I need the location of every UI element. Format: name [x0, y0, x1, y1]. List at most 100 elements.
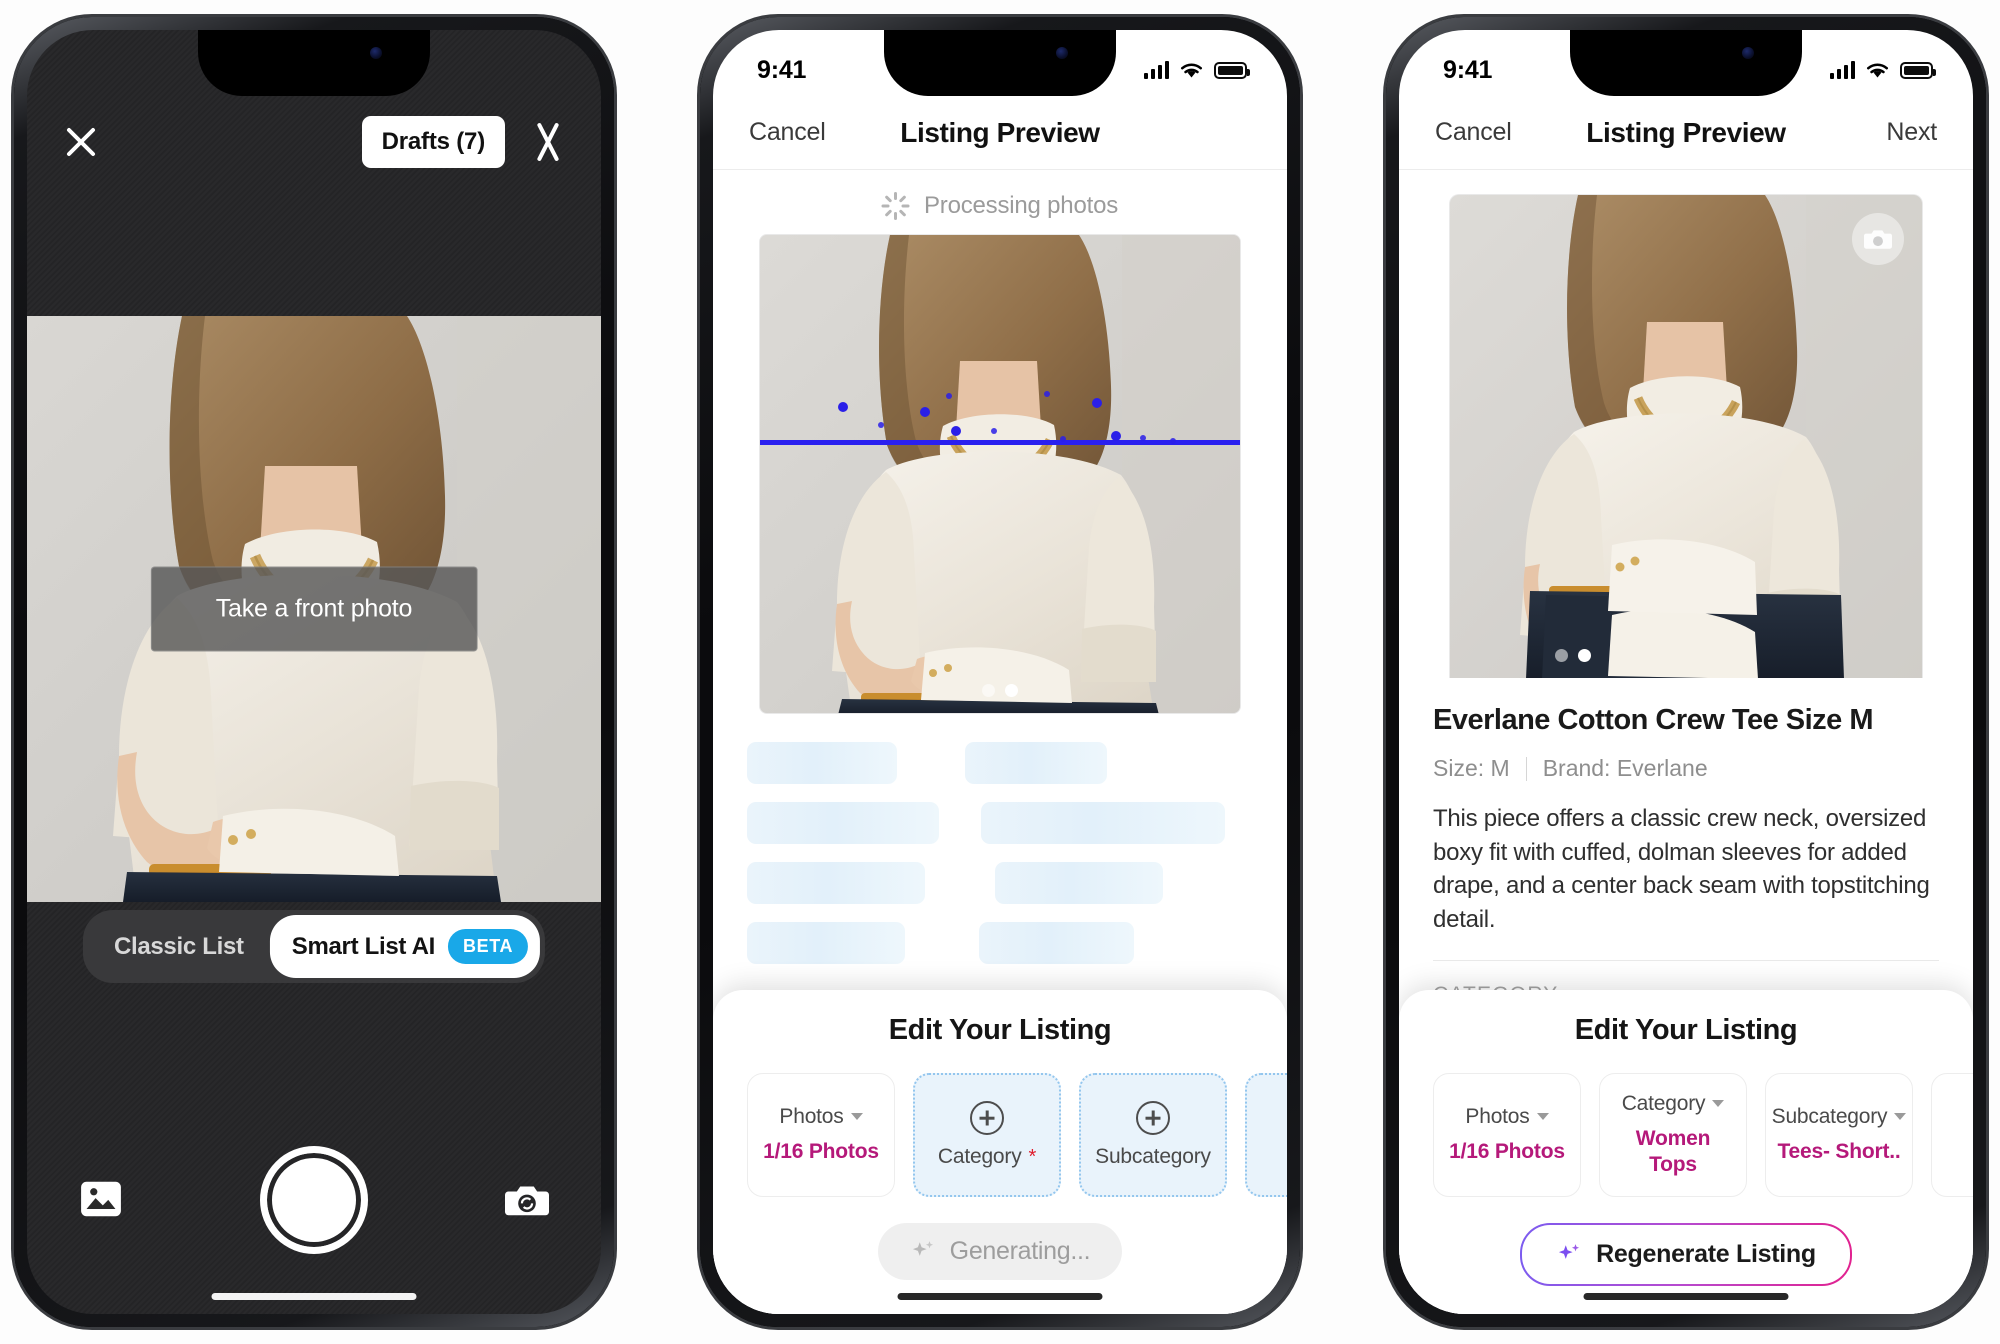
- shutter-button[interactable]: [260, 1146, 368, 1254]
- required-asterisk: *: [1028, 1145, 1037, 1168]
- nav-bar: Cancel Listing Preview: [713, 96, 1287, 170]
- signal-bars-icon: [1829, 61, 1855, 79]
- notch: [884, 30, 1116, 96]
- chip-label-text: Photos: [1465, 1104, 1530, 1128]
- drafts-button[interactable]: Drafts (7): [361, 116, 505, 168]
- chip-label: Category *: [938, 1145, 1036, 1169]
- page-title: Listing Preview: [1586, 116, 1786, 148]
- chip-row[interactable]: Photos 1/16 Photos Category Women Tops S…: [1399, 1047, 1973, 1197]
- ai-scan-line: [760, 440, 1240, 445]
- listing-photo: [760, 235, 1240, 713]
- segment-classic-list[interactable]: Classic List: [88, 919, 270, 975]
- generating-button: Generating...: [877, 1223, 1123, 1280]
- wifi-icon: [1867, 63, 1888, 78]
- home-indicator: [1583, 1293, 1789, 1300]
- divider: [1433, 960, 1939, 962]
- photo-carousel[interactable]: [1449, 194, 1923, 678]
- close-icon[interactable]: [61, 122, 101, 162]
- carousel-pager[interactable]: [1554, 649, 1591, 662]
- chip-row[interactable]: Photos 1/16 Photos Category * Subcategor…: [713, 1047, 1287, 1197]
- chip-value: Women Tops: [1635, 1126, 1711, 1176]
- carousel-pager[interactable]: [982, 684, 1018, 697]
- chevron-down-icon: [850, 1113, 863, 1121]
- chip-value: 1/16 Photos: [763, 1139, 879, 1163]
- chip-value: 1/16 Photos: [1449, 1139, 1565, 1163]
- processing-label: Processing photos: [923, 192, 1119, 219]
- listing-meta: Size: M Brand: Everlane: [1433, 755, 1939, 782]
- chip-label-text: Subcategory: [1771, 1104, 1888, 1128]
- flash-off-icon[interactable]: [529, 122, 567, 162]
- list-mode-toggle[interactable]: Classic List Smart List AI BETA: [82, 910, 546, 983]
- chip-photos[interactable]: Photos 1/16 Photos: [1433, 1073, 1581, 1197]
- gallery-icon[interactable]: [79, 1180, 123, 1220]
- sheet-title: Edit Your Listing: [1574, 1014, 1798, 1046]
- ai-keypoint: [946, 393, 952, 399]
- listing-details: Everlane Cotton Crew Tee Size M Size: M …: [1399, 678, 1973, 1008]
- phone-1-camera: Take a front photo Drafts (7) Classic Li…: [14, 17, 614, 1327]
- battery-icon: [1214, 61, 1250, 79]
- cancel-button[interactable]: Cancel: [749, 118, 841, 147]
- phone-3-screen: 9:41 Cancel Listing Preview Next Everlan…: [1399, 30, 1973, 1314]
- skeleton-bar: [981, 802, 1225, 844]
- skeleton-row: [747, 802, 1253, 844]
- chip-subcategory[interactable]: Subcategory: [1079, 1073, 1227, 1197]
- sparkle-icon: [912, 1240, 933, 1256]
- regenerate-listing-button[interactable]: Regenerate Listing: [1520, 1223, 1852, 1286]
- chip-category[interactable]: Category Women Tops: [1599, 1073, 1747, 1197]
- add-circle-icon: [970, 1101, 1004, 1135]
- generating-label: Generating...: [949, 1237, 1091, 1265]
- chevron-down-icon: [1894, 1113, 1907, 1121]
- status-time: 9:41: [757, 55, 807, 84]
- cancel-button[interactable]: Cancel: [1435, 118, 1527, 147]
- listing-description: This piece offers a classic crew neck, o…: [1433, 805, 1930, 933]
- chip-brand[interactable]: Br Ev: [1931, 1073, 1973, 1197]
- skeleton-bar: [747, 922, 905, 964]
- battery-icon: [1900, 61, 1936, 79]
- camera-top-bar: Drafts (7): [27, 96, 601, 188]
- ai-keypoint: [838, 402, 848, 412]
- camera-top-right-group: Drafts (7): [361, 116, 567, 168]
- photo-carousel[interactable]: [759, 234, 1241, 714]
- meta-divider: [1525, 756, 1527, 781]
- status-icons: [1143, 60, 1250, 80]
- regenerate-label: Regenerate Listing: [1596, 1240, 1816, 1268]
- phone-3-generated: 9:41 Cancel Listing Preview Next Everlan…: [1386, 17, 1986, 1327]
- ai-keypoint: [1111, 431, 1121, 441]
- chip-label-text: Category: [937, 1145, 1022, 1168]
- ai-keypoint: [1060, 436, 1066, 442]
- pager-dot-active[interactable]: [1005, 684, 1018, 697]
- status-icons: [1829, 60, 1936, 80]
- pager-dot[interactable]: [982, 684, 995, 697]
- page-title: Listing Preview: [900, 116, 1100, 148]
- chip-label: Subcategory: [1095, 1145, 1211, 1169]
- next-button[interactable]: Next: [1845, 118, 1937, 147]
- camera-controls: [27, 1130, 601, 1270]
- skeleton-bar: [747, 862, 925, 904]
- phone-2-processing: 9:41 Cancel Listing Preview Processing p…: [700, 17, 1300, 1327]
- skeleton-bar: [979, 922, 1134, 964]
- flip-camera-icon[interactable]: [505, 1181, 549, 1219]
- chip-label-text: Photos: [779, 1104, 844, 1128]
- chip-photos[interactable]: Photos 1/16 Photos: [747, 1073, 895, 1197]
- ai-keypoint: [1092, 398, 1102, 408]
- notch: [198, 30, 430, 96]
- phone-1-screen: Take a front photo Drafts (7) Classic Li…: [27, 30, 601, 1314]
- camera-viewfinder[interactable]: Take a front photo: [27, 316, 601, 902]
- segment-smart-list-ai[interactable]: Smart List AI BETA: [269, 915, 541, 978]
- pager-dot[interactable]: [1554, 649, 1568, 662]
- wifi-icon: [1181, 63, 1202, 78]
- ai-keypoint: [991, 428, 997, 434]
- home-indicator: [211, 1293, 417, 1300]
- home-indicator: [897, 1293, 1103, 1300]
- chip-category[interactable]: Category *: [913, 1073, 1061, 1197]
- listing-size: Size: M: [1433, 755, 1510, 781]
- chip-subcategory[interactable]: Subcategory Tees- Short..: [1765, 1073, 1913, 1197]
- camera-icon[interactable]: [1852, 213, 1904, 265]
- ai-keypoint: [878, 422, 884, 428]
- three-phone-screenshot: Take a front photo Drafts (7) Classic Li…: [0, 0, 2000, 1344]
- chip-label: Photos: [1465, 1104, 1549, 1129]
- ai-keypoint: [951, 426, 961, 436]
- add-circle-icon: [1136, 1101, 1170, 1135]
- pager-dot-active[interactable]: [1577, 649, 1591, 662]
- chip-brand[interactable]: B: [1245, 1073, 1287, 1197]
